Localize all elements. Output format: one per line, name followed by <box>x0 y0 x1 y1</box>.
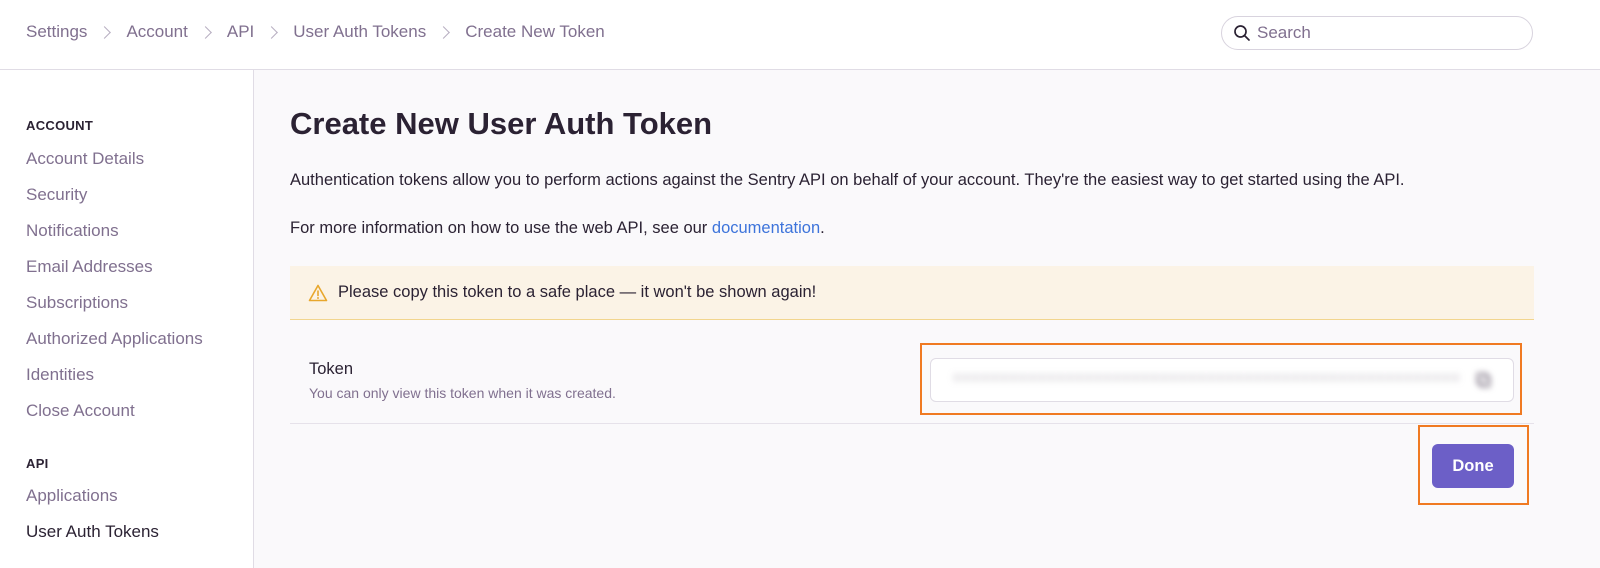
sidebar-item-user-auth-tokens[interactable]: User Auth Tokens <box>26 522 159 542</box>
alert-message: Please copy this token to a safe place —… <box>338 283 817 301</box>
token-label: Token <box>309 360 354 378</box>
warning-alert: Please copy this token to a safe place —… <box>290 266 1534 320</box>
settings-sidebar: ACCOUNT Account Details Security Notific… <box>0 70 254 568</box>
warning-icon <box>308 284 328 301</box>
sidebar-item-security[interactable]: Security <box>26 185 87 205</box>
sidebar-section-account: ACCOUNT <box>26 118 94 133</box>
search-icon <box>1234 25 1250 41</box>
api-info-text: For more information on how to use the w… <box>290 219 825 238</box>
api-info-suffix: . <box>820 219 825 237</box>
search-box[interactable] <box>1221 16 1533 50</box>
breadcrumb-settings[interactable]: Settings <box>26 22 87 42</box>
sidebar-item-notifications[interactable]: Notifications <box>26 221 119 241</box>
top-header: Settings Account API User Auth Tokens Cr… <box>0 0 1600 70</box>
api-info-prefix: For more information on how to use the w… <box>290 219 712 237</box>
chevron-right-icon <box>199 25 212 39</box>
sidebar-item-applications[interactable]: Applications <box>26 486 118 506</box>
documentation-link[interactable]: documentation <box>712 219 820 237</box>
sidebar-item-subscriptions[interactable]: Subscriptions <box>26 293 128 313</box>
sidebar-item-account-details[interactable]: Account Details <box>26 149 144 169</box>
breadcrumb-create-new-token: Create New Token <box>465 22 605 41</box>
page-description: Authentication tokens allow you to perfo… <box>290 171 1405 189</box>
chevron-right-icon <box>98 25 112 39</box>
sidebar-item-email-addresses[interactable]: Email Addresses <box>26 257 153 277</box>
token-highlight-box <box>920 343 1522 415</box>
chevron-right-icon <box>265 25 279 39</box>
breadcrumb-user-auth-tokens[interactable]: User Auth Tokens <box>293 22 426 42</box>
done-highlight-box <box>1418 425 1529 505</box>
sidebar-section-api: API <box>26 456 49 471</box>
breadcrumb-account[interactable]: Account <box>126 22 187 42</box>
sidebar-item-authorized-applications[interactable]: Authorized Applications <box>26 329 203 349</box>
breadcrumb-api[interactable]: API <box>227 22 254 42</box>
main-content: Create New User Auth Token Authenticatio… <box>254 70 1600 568</box>
search-input[interactable] <box>1257 23 1517 43</box>
page-title: Create New User Auth Token <box>290 106 713 141</box>
sidebar-item-identities[interactable]: Identities <box>26 365 94 385</box>
chevron-right-icon <box>437 25 451 39</box>
breadcrumb: Settings Account API User Auth Tokens Cr… <box>26 22 605 42</box>
token-help-text: You can only view this token when it was… <box>309 385 616 401</box>
sidebar-item-close-account[interactable]: Close Account <box>26 401 135 421</box>
